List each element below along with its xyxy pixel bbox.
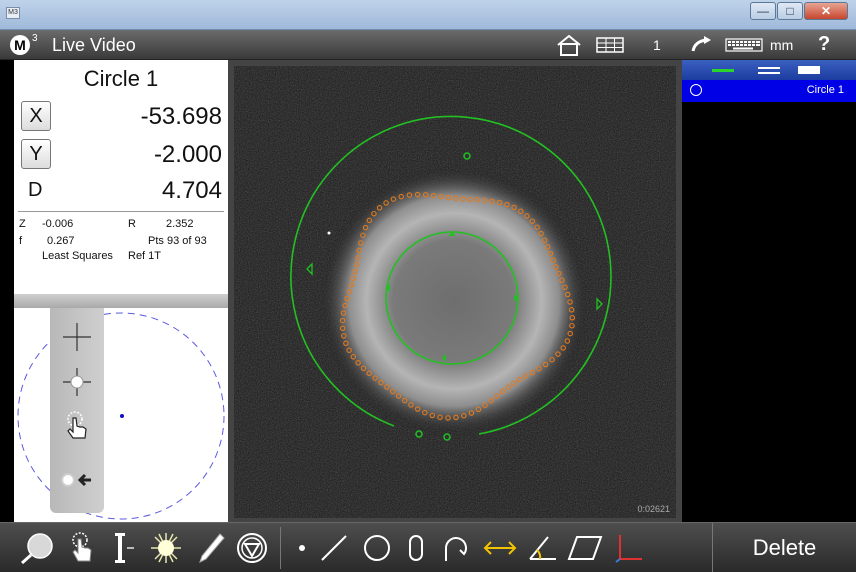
dro-panel: Circle 1 X -53.698 Y -2.000 D 4.704 Z -0… <box>14 60 228 294</box>
touch-probe-icon <box>67 411 87 439</box>
distance-icon <box>483 541 517 555</box>
y-axis-button[interactable]: Y <box>21 139 51 169</box>
part-view-canvas <box>17 312 225 520</box>
datum-feature-button[interactable] <box>614 531 644 565</box>
d-label: D <box>28 179 43 201</box>
list-item-circle-1[interactable]: Circle 1 <box>682 80 856 102</box>
x-axis-button[interactable]: X <box>21 101 51 131</box>
slot-feature-button[interactable] <box>402 531 430 565</box>
crosshair-icon <box>63 323 91 351</box>
auto-edge-tool[interactable] <box>50 460 104 500</box>
point-icon <box>299 545 305 551</box>
dro-footer-bar <box>14 294 228 308</box>
touch-probe-tool[interactable] <box>50 407 104 447</box>
edge-probe-button[interactable] <box>104 531 140 565</box>
z-value: -0.006 <box>42 218 74 230</box>
edge-probe-tool[interactable] <box>50 362 104 402</box>
r-label: R <box>128 218 136 230</box>
pen-button[interactable] <box>194 531 228 565</box>
feature-list: Circle 1 <box>682 60 856 522</box>
minimize-icon: — <box>757 4 769 18</box>
app-header: M 3 Live Video 1 mm ? <box>0 30 856 60</box>
datum-icon <box>615 535 642 563</box>
zoom-icon <box>21 533 53 565</box>
video-timestamp: 0:02621 <box>637 504 670 514</box>
circle-icon <box>364 535 390 561</box>
line-icon <box>321 535 347 561</box>
part-view[interactable] <box>14 308 228 522</box>
crosshair-tool[interactable] <box>50 317 104 357</box>
app-icon: M3 <box>6 7 20 19</box>
auto-edge-icon <box>61 473 91 487</box>
units-label[interactable]: mm <box>770 37 793 53</box>
m3-logo: M <box>10 35 30 55</box>
touch-probe-button[interactable] <box>64 531 100 565</box>
zoom-button[interactable] <box>18 531 58 565</box>
circle-feature-button[interactable] <box>360 531 394 565</box>
slot-icon <box>409 535 423 561</box>
d-value: 4.704 <box>161 177 222 204</box>
dro-divider <box>18 211 224 212</box>
points-count: Pts 93 of 93 <box>148 235 207 247</box>
undo-icon <box>691 36 711 52</box>
video-canvas <box>234 66 676 518</box>
window-titlebar: M3 — □ ✕ <box>0 0 856 30</box>
undo-button[interactable] <box>688 34 714 56</box>
app-title: Live Video <box>52 35 136 55</box>
angle-icon <box>529 536 556 560</box>
maximize-icon: □ <box>786 4 794 18</box>
light-icon <box>151 533 181 563</box>
keyboard-button[interactable] <box>724 34 764 56</box>
r-value: 2.352 <box>166 218 194 230</box>
maximize-button[interactable]: □ <box>777 2 803 20</box>
bottom-toolbar: Delete <box>0 522 856 572</box>
feature-list-header <box>682 60 856 80</box>
grid-button[interactable] <box>595 34 625 56</box>
feature-title: Circle 1 <box>83 66 159 91</box>
keyboard-icon <box>725 38 763 52</box>
angle-feature-button[interactable] <box>524 531 562 565</box>
fit-method: Least Squares <box>42 250 113 262</box>
reference: Ref 1T <box>128 250 162 262</box>
grid-icon <box>596 37 624 53</box>
menu-button[interactable] <box>234 531 270 565</box>
point-feature-button[interactable] <box>292 531 312 565</box>
edge-probe-icon <box>115 533 134 563</box>
plane-feature-button[interactable] <box>566 531 604 565</box>
y-value: -2.000 <box>153 141 222 168</box>
line-weight-bar-icon <box>798 66 820 74</box>
edge-probe-icon <box>63 368 91 396</box>
f-label: f <box>19 235 23 247</box>
line-weight-double-icon <box>758 67 780 74</box>
home-button[interactable] <box>555 34 583 56</box>
delete-button[interactable]: Delete <box>712 523 856 572</box>
plane-icon <box>567 536 603 560</box>
close-icon: ✕ <box>820 4 832 18</box>
close-button[interactable]: ✕ <box>804 2 848 20</box>
line-weight-thin-icon <box>712 69 734 72</box>
light-button[interactable] <box>146 531 186 565</box>
arc-feature-button[interactable] <box>438 531 472 565</box>
line-feature-button[interactable] <box>318 531 350 565</box>
list-item-label: Circle 1 <box>806 84 844 96</box>
f-value: 0.267 <box>47 235 75 247</box>
home-icon <box>557 34 581 56</box>
window-controls: — □ ✕ <box>749 2 848 20</box>
minimize-button[interactable]: — <box>750 2 776 20</box>
menu-icon <box>237 533 267 563</box>
circle-icon <box>690 84 702 96</box>
distance-feature-button[interactable] <box>480 531 520 565</box>
m3-logo-superscript: 3 <box>32 33 38 44</box>
toolbar-divider <box>280 527 281 569</box>
help-button[interactable]: ? <box>818 33 830 56</box>
arc-icon <box>445 537 467 561</box>
x-value: -53.698 <box>140 103 222 130</box>
touch-probe-icon <box>72 532 92 562</box>
page-count: 1 <box>653 37 661 53</box>
live-video-view[interactable]: 0:02621 <box>234 66 676 518</box>
z-label: Z <box>19 218 26 230</box>
pen-icon <box>199 533 225 563</box>
